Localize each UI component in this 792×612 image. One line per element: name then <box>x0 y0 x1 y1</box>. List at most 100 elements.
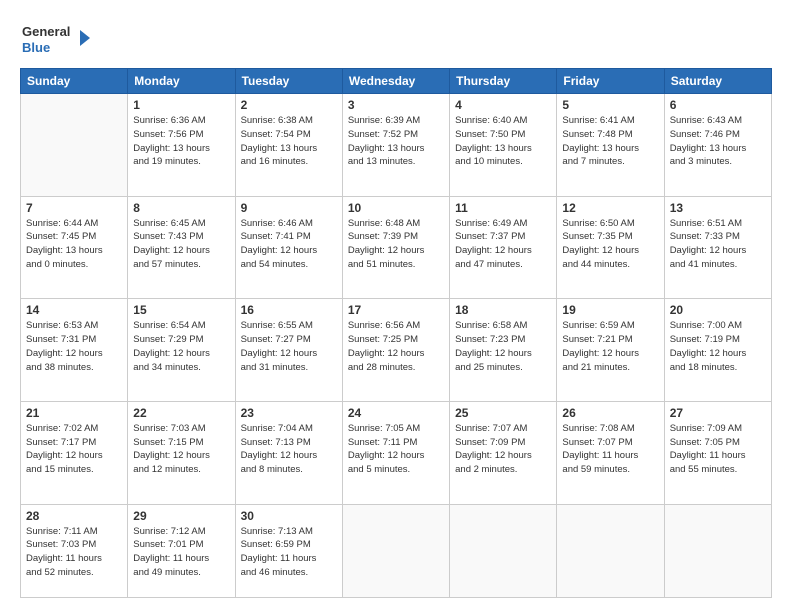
day-number: 24 <box>348 406 444 420</box>
calendar-cell: 27 Sunrise: 7:09 AM Sunset: 7:05 PM Dayli… <box>664 401 771 504</box>
weekday-header-monday: Monday <box>128 69 235 94</box>
calendar-cell: 15 Sunrise: 6:54 AM Sunset: 7:29 PM Dayli… <box>128 299 235 402</box>
day-number: 21 <box>26 406 122 420</box>
logo: General Blue <box>20 18 90 58</box>
day-info: Sunrise: 7:03 AM Sunset: 7:15 PM Dayligh… <box>133 422 229 477</box>
day-info: Sunrise: 7:05 AM Sunset: 7:11 PM Dayligh… <box>348 422 444 477</box>
day-info: Sunrise: 7:09 AM Sunset: 7:05 PM Dayligh… <box>670 422 766 477</box>
weekday-header-friday: Friday <box>557 69 664 94</box>
weekday-header-wednesday: Wednesday <box>342 69 449 94</box>
day-number: 29 <box>133 509 229 523</box>
week-row-2: 7Sunrise: 6:44 AM Sunset: 7:45 PM Daylig… <box>21 196 772 299</box>
weekday-header-tuesday: Tuesday <box>235 69 342 94</box>
day-info: Sunrise: 6:45 AM Sunset: 7:43 PM Dayligh… <box>133 217 229 272</box>
calendar-cell: 16 Sunrise: 6:55 AM Sunset: 7:27 PM Dayli… <box>235 299 342 402</box>
day-info: Sunrise: 6:43 AM Sunset: 7:46 PM Dayligh… <box>670 114 766 169</box>
weekday-header-sunday: Sunday <box>21 69 128 94</box>
calendar-cell <box>342 504 449 597</box>
day-number: 3 <box>348 98 444 112</box>
day-info: Sunrise: 7:12 AM Sunset: 7:01 PM Dayligh… <box>133 525 229 580</box>
weekday-header-saturday: Saturday <box>664 69 771 94</box>
calendar-cell: 2Sunrise: 6:38 AM Sunset: 7:54 PM Daylig… <box>235 94 342 197</box>
calendar-cell <box>21 94 128 197</box>
day-number: 1 <box>133 98 229 112</box>
day-number: 5 <box>562 98 658 112</box>
day-info: Sunrise: 6:50 AM Sunset: 7:35 PM Dayligh… <box>562 217 658 272</box>
day-info: Sunrise: 6:53 AM Sunset: 7:31 PM Dayligh… <box>26 319 122 374</box>
day-number: 23 <box>241 406 337 420</box>
day-number: 15 <box>133 303 229 317</box>
day-number: 11 <box>455 201 551 215</box>
calendar-cell: 24 Sunrise: 7:05 AM Sunset: 7:11 PM Dayli… <box>342 401 449 504</box>
calendar-cell <box>450 504 557 597</box>
calendar-cell: 8 Sunrise: 6:45 AM Sunset: 7:43 PM Daylig… <box>128 196 235 299</box>
day-number: 20 <box>670 303 766 317</box>
day-info: Sunrise: 7:07 AM Sunset: 7:09 PM Dayligh… <box>455 422 551 477</box>
svg-text:Blue: Blue <box>22 40 50 55</box>
calendar-cell: 17Sunrise: 6:56 AM Sunset: 7:25 PM Dayli… <box>342 299 449 402</box>
day-info: Sunrise: 6:46 AM Sunset: 7:41 PM Dayligh… <box>241 217 337 272</box>
day-info: Sunrise: 6:36 AM Sunset: 7:56 PM Dayligh… <box>133 114 229 169</box>
day-info: Sunrise: 7:04 AM Sunset: 7:13 PM Dayligh… <box>241 422 337 477</box>
day-number: 4 <box>455 98 551 112</box>
calendar-cell <box>664 504 771 597</box>
day-info: Sunrise: 6:41 AM Sunset: 7:48 PM Dayligh… <box>562 114 658 169</box>
day-info: Sunrise: 7:02 AM Sunset: 7:17 PM Dayligh… <box>26 422 122 477</box>
calendar-cell: 19Sunrise: 6:59 AM Sunset: 7:21 PM Dayli… <box>557 299 664 402</box>
day-info: Sunrise: 7:08 AM Sunset: 7:07 PM Dayligh… <box>562 422 658 477</box>
calendar-cell: 4 Sunrise: 6:40 AM Sunset: 7:50 PM Daylig… <box>450 94 557 197</box>
calendar-cell: 12Sunrise: 6:50 AM Sunset: 7:35 PM Dayli… <box>557 196 664 299</box>
day-info: Sunrise: 7:11 AM Sunset: 7:03 PM Dayligh… <box>26 525 122 580</box>
calendar-cell: 23 Sunrise: 7:04 AM Sunset: 7:13 PM Dayli… <box>235 401 342 504</box>
day-info: Sunrise: 6:39 AM Sunset: 7:52 PM Dayligh… <box>348 114 444 169</box>
calendar-cell: 22 Sunrise: 7:03 AM Sunset: 7:15 PM Dayli… <box>128 401 235 504</box>
day-info: Sunrise: 6:59 AM Sunset: 7:21 PM Dayligh… <box>562 319 658 374</box>
day-info: Sunrise: 6:38 AM Sunset: 7:54 PM Dayligh… <box>241 114 337 169</box>
day-info: Sunrise: 6:56 AM Sunset: 7:25 PM Dayligh… <box>348 319 444 374</box>
calendar-cell: 30 Sunrise: 7:13 AM Sunset: 6:59 PM Dayli… <box>235 504 342 597</box>
day-number: 22 <box>133 406 229 420</box>
header: General Blue <box>20 18 772 58</box>
day-info: Sunrise: 6:54 AM Sunset: 7:29 PM Dayligh… <box>133 319 229 374</box>
day-number: 13 <box>670 201 766 215</box>
logo-svg: General Blue <box>20 18 90 58</box>
calendar-cell: 14 Sunrise: 6:53 AM Sunset: 7:31 PM Dayli… <box>21 299 128 402</box>
calendar-cell: 26 Sunrise: 7:08 AM Sunset: 7:07 PM Dayli… <box>557 401 664 504</box>
day-info: Sunrise: 6:49 AM Sunset: 7:37 PM Dayligh… <box>455 217 551 272</box>
day-number: 9 <box>241 201 337 215</box>
day-number: 16 <box>241 303 337 317</box>
svg-text:General: General <box>22 24 70 39</box>
calendar-cell: 29 Sunrise: 7:12 AM Sunset: 7:01 PM Dayli… <box>128 504 235 597</box>
day-info: Sunrise: 6:58 AM Sunset: 7:23 PM Dayligh… <box>455 319 551 374</box>
calendar-cell: 21 Sunrise: 7:02 AM Sunset: 7:17 PM Dayli… <box>21 401 128 504</box>
calendar-header: SundayMondayTuesdayWednesdayThursdayFrid… <box>21 69 772 94</box>
calendar-cell: 10Sunrise: 6:48 AM Sunset: 7:39 PM Dayli… <box>342 196 449 299</box>
weekday-header-thursday: Thursday <box>450 69 557 94</box>
week-row-3: 14 Sunrise: 6:53 AM Sunset: 7:31 PM Dayli… <box>21 299 772 402</box>
day-number: 26 <box>562 406 658 420</box>
calendar-cell: 28Sunrise: 7:11 AM Sunset: 7:03 PM Dayli… <box>21 504 128 597</box>
calendar-cell: 7Sunrise: 6:44 AM Sunset: 7:45 PM Daylig… <box>21 196 128 299</box>
calendar-cell <box>557 504 664 597</box>
day-number: 18 <box>455 303 551 317</box>
day-number: 14 <box>26 303 122 317</box>
calendar-cell: 11 Sunrise: 6:49 AM Sunset: 7:37 PM Dayli… <box>450 196 557 299</box>
day-number: 7 <box>26 201 122 215</box>
calendar-cell: 18 Sunrise: 6:58 AM Sunset: 7:23 PM Dayli… <box>450 299 557 402</box>
day-number: 30 <box>241 509 337 523</box>
calendar-cell: 6 Sunrise: 6:43 AM Sunset: 7:46 PM Daylig… <box>664 94 771 197</box>
calendar-body: 1 Sunrise: 6:36 AM Sunset: 7:56 PM Daylig… <box>21 94 772 598</box>
day-number: 27 <box>670 406 766 420</box>
weekday-header-row: SundayMondayTuesdayWednesdayThursdayFrid… <box>21 69 772 94</box>
day-number: 25 <box>455 406 551 420</box>
day-info: Sunrise: 6:55 AM Sunset: 7:27 PM Dayligh… <box>241 319 337 374</box>
day-number: 8 <box>133 201 229 215</box>
calendar-cell: 9 Sunrise: 6:46 AM Sunset: 7:41 PM Daylig… <box>235 196 342 299</box>
calendar-page: General Blue SundayMondayTuesdayWednesda… <box>0 0 792 612</box>
calendar-cell: 5 Sunrise: 6:41 AM Sunset: 7:48 PM Daylig… <box>557 94 664 197</box>
calendar-cell: 13Sunrise: 6:51 AM Sunset: 7:33 PM Dayli… <box>664 196 771 299</box>
day-number: 10 <box>348 201 444 215</box>
day-info: Sunrise: 6:40 AM Sunset: 7:50 PM Dayligh… <box>455 114 551 169</box>
day-number: 6 <box>670 98 766 112</box>
day-info: Sunrise: 7:13 AM Sunset: 6:59 PM Dayligh… <box>241 525 337 580</box>
